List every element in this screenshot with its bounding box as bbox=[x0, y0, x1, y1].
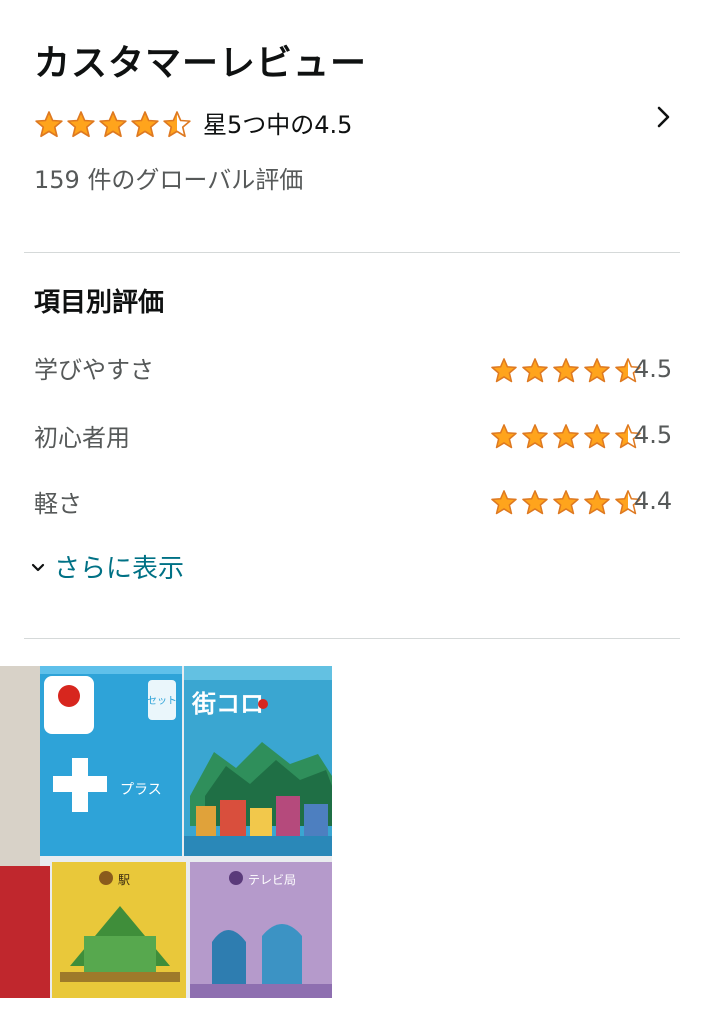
feature-stars-learnability bbox=[490, 357, 645, 385]
star-full-icon bbox=[35, 111, 63, 138]
global-ratings-count[interactable]: 159 件のグローバル評価 bbox=[34, 160, 303, 195]
star-full-icon bbox=[491, 358, 517, 383]
overall-rating-text[interactable]: 星5つ中の4.5 bbox=[203, 110, 352, 140]
feature-stars-lightness bbox=[490, 489, 645, 517]
page-title: カスタマーレビュー bbox=[34, 43, 368, 84]
chevron-down-icon bbox=[31, 563, 45, 571]
star-half-icon bbox=[163, 111, 191, 138]
image-label-set: セット bbox=[147, 695, 177, 707]
feature-stars-beginner bbox=[490, 423, 645, 451]
customer-review-image[interactable]: セット プラス 街コロ 駅 テレビ局 bbox=[0, 666, 332, 998]
star-full-icon bbox=[584, 358, 610, 383]
star-full-icon bbox=[553, 424, 579, 449]
image-label-tv: テレビ局 bbox=[248, 873, 296, 887]
divider bbox=[24, 252, 680, 253]
divider bbox=[24, 638, 680, 639]
feature-ratings-heading: 項目別評価 bbox=[34, 288, 165, 318]
see-more-label: さらに表示 bbox=[54, 554, 185, 584]
star-full-icon bbox=[99, 111, 127, 138]
image-label-title: 街コロ bbox=[191, 690, 264, 718]
star-full-icon bbox=[584, 424, 610, 449]
image-label-plus: プラス bbox=[120, 782, 162, 798]
star-full-icon bbox=[553, 490, 579, 515]
star-full-icon bbox=[491, 424, 517, 449]
chevron-right-icon[interactable] bbox=[652, 104, 676, 130]
star-full-icon bbox=[522, 424, 548, 449]
feature-value-learnability: 4.5 bbox=[634, 355, 673, 383]
feature-label-learnability: 学びやすさ bbox=[34, 356, 154, 384]
star-full-icon bbox=[67, 111, 95, 138]
feature-value-beginner: 4.5 bbox=[634, 421, 673, 449]
overall-star-rating[interactable] bbox=[34, 110, 194, 140]
star-full-icon bbox=[522, 358, 548, 383]
feature-label-lightness: 軽さ bbox=[34, 490, 82, 518]
star-full-icon bbox=[522, 490, 548, 515]
feature-label-beginner: 初心者用 bbox=[34, 424, 130, 452]
image-label-station: 駅 bbox=[118, 873, 130, 887]
feature-value-lightness: 4.4 bbox=[634, 487, 673, 515]
see-more-link[interactable]: さらに表示 bbox=[30, 548, 184, 585]
star-full-icon bbox=[131, 111, 159, 138]
star-full-icon bbox=[553, 358, 579, 383]
star-full-icon bbox=[584, 490, 610, 515]
star-full-icon bbox=[491, 490, 517, 515]
